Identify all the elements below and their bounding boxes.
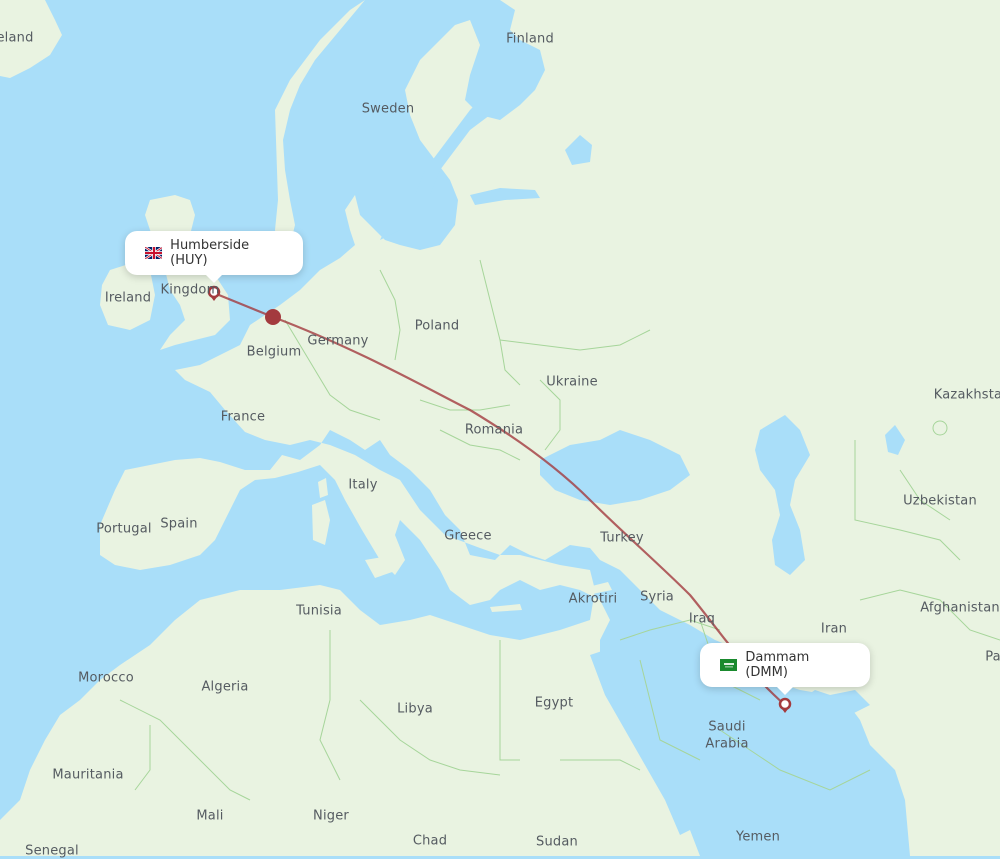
- country-label-pakistan: Pa: [985, 649, 1000, 665]
- uk-flag-icon: [145, 247, 163, 259]
- country-label-senegal: Senegal: [25, 843, 79, 859]
- saudi-arabia-flag-icon: [720, 659, 738, 671]
- country-label-romania: Romania: [464, 422, 524, 438]
- destination-callout[interactable]: Dammam (DMM): [700, 643, 870, 695]
- country-label-niger: Niger: [313, 808, 349, 824]
- land-sicily: [365, 555, 398, 578]
- country-label-afghanistan: Afghanistan: [920, 600, 1000, 616]
- country-label-germany: Germany: [307, 333, 369, 349]
- destination-airport-label: Dammam (DMM): [745, 650, 810, 680]
- country-label-mauritania: Mauritania: [52, 767, 124, 783]
- country-label-chad: Chad: [412, 833, 448, 849]
- country-label-kazakhstan: Kazakhsta: [933, 387, 1000, 403]
- country-label-turkey: Turkey: [600, 530, 644, 546]
- country-label-tunisia: Tunisia: [296, 603, 342, 619]
- country-label-italy: Italy: [348, 477, 378, 493]
- country-label-finland: Finland: [506, 31, 554, 47]
- country-label-ireland: Ireland: [104, 290, 152, 306]
- country-label-syria: Syria: [640, 589, 674, 605]
- country-label-iceland: eland: [0, 30, 34, 46]
- arabian-sea: [800, 770, 910, 856]
- country-label-algeria: Algeria: [201, 679, 249, 695]
- country-label-france: France: [220, 409, 266, 425]
- country-label-ukraine: Ukraine: [546, 374, 598, 390]
- country-label-yemen: Yemen: [735, 829, 781, 845]
- country-label-portugal: Portugal: [96, 521, 152, 537]
- country-label-libya: Libya: [397, 701, 433, 717]
- country-label-saudi: Saudi: [708, 719, 746, 735]
- country-label-greece: Greece: [444, 528, 492, 544]
- country-label-kingdom: Kingdom: [160, 282, 220, 298]
- country-label-iraq: Iraq: [688, 611, 716, 627]
- country-label-iran: Iran: [820, 621, 848, 637]
- country-label-mali: Mali: [196, 808, 224, 824]
- country-label-belgium: Belgium: [246, 344, 302, 360]
- country-label-sudan: Sudan: [536, 834, 578, 850]
- land-sardinia: [312, 500, 330, 545]
- country-label-spain: Spain: [160, 516, 198, 532]
- land-corsica: [318, 478, 328, 498]
- country-label-uzbekistan: Uzbekistan: [903, 493, 977, 509]
- country-label-akrotiri: Akrotiri: [568, 591, 618, 607]
- country-label-egypt: Egypt: [534, 695, 574, 711]
- origin-airport-label: Humberside (HUY): [170, 238, 250, 268]
- country-label-morocco: Morocco: [78, 670, 134, 686]
- route-waypoint-dot: [265, 309, 281, 325]
- land-crete: [490, 604, 522, 612]
- country-label-sweden: Sweden: [361, 101, 415, 117]
- country-label-poland: Poland: [414, 318, 460, 334]
- origin-callout[interactable]: Humberside (HUY): [125, 231, 303, 283]
- country-label-arabia: Arabia: [705, 736, 749, 752]
